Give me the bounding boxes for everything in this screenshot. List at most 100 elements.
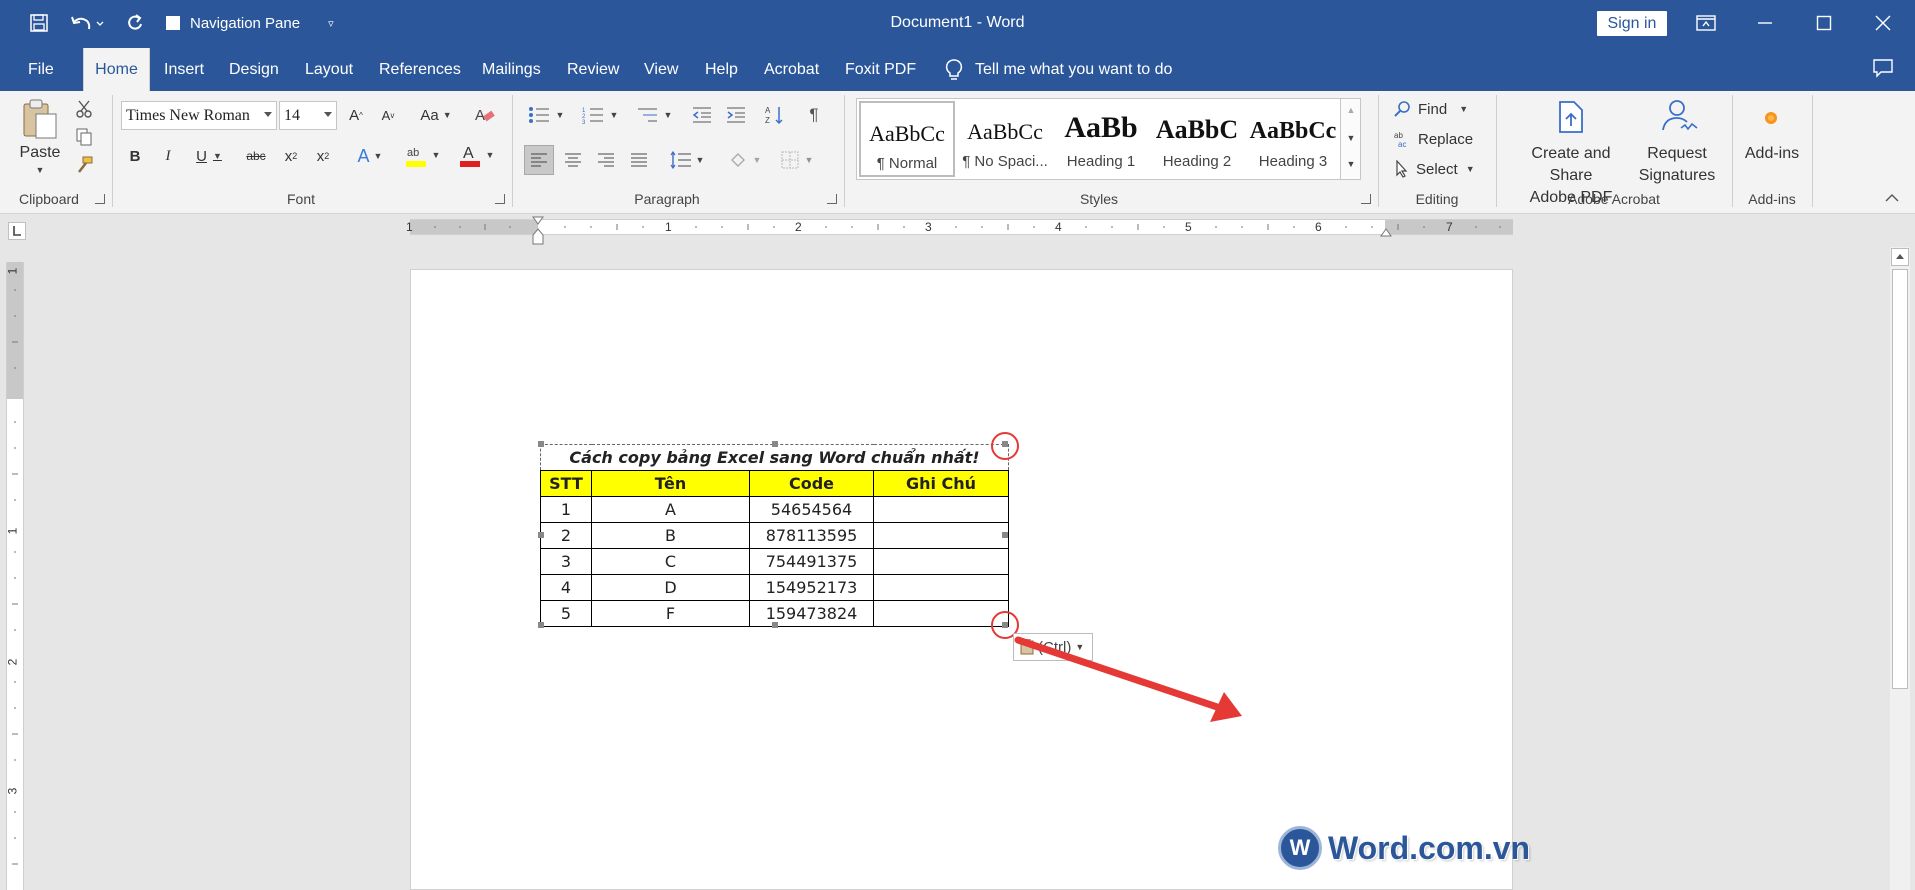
- style-normal[interactable]: AaBbCc ¶ Normal: [859, 101, 955, 177]
- paragraph-launcher-icon[interactable]: [827, 194, 837, 204]
- tell-me-search[interactable]: Tell me what you want to do: [945, 48, 1172, 91]
- show-formatting-marks-icon[interactable]: ¶: [802, 103, 826, 127]
- resize-handle[interactable]: [538, 441, 544, 447]
- text-effects-icon[interactable]: A ▼: [350, 144, 390, 168]
- add-ins-icon[interactable]: [1758, 105, 1784, 131]
- table-cell[interactable]: 2: [540, 522, 592, 549]
- tab-references[interactable]: References: [379, 48, 461, 91]
- italic-button[interactable]: I: [158, 144, 178, 168]
- table-cell[interactable]: F: [591, 600, 750, 627]
- ribbon-display-options-icon[interactable]: [1691, 8, 1721, 38]
- font-name-combo[interactable]: Times New Roman: [121, 101, 277, 130]
- scroll-up-button[interactable]: [1891, 248, 1909, 266]
- styles-launcher-icon[interactable]: [1361, 194, 1371, 204]
- clipboard-launcher-icon[interactable]: [95, 194, 105, 204]
- collapse-ribbon-icon[interactable]: [1884, 191, 1900, 205]
- table-cell[interactable]: 878113595: [749, 522, 874, 549]
- change-case-icon[interactable]: Aa ▼: [416, 103, 456, 127]
- tab-layout[interactable]: Layout: [305, 48, 353, 91]
- header-code[interactable]: Code: [749, 470, 874, 497]
- vertical-ruler[interactable]: 1 1 2 3: [5, 262, 24, 890]
- table-cell[interactable]: B: [591, 522, 750, 549]
- header-ghi-chu[interactable]: Ghi Chú: [873, 470, 1009, 497]
- styles-scroll-down-icon[interactable]: ▼: [1346, 133, 1356, 143]
- resize-handle[interactable]: [772, 622, 778, 628]
- table-cell[interactable]: 5: [540, 600, 592, 627]
- close-icon[interactable]: [1868, 8, 1898, 38]
- font-size-combo[interactable]: 14: [279, 101, 337, 130]
- increase-indent-icon[interactable]: [724, 103, 748, 127]
- align-right-icon[interactable]: [593, 147, 619, 173]
- comments-icon[interactable]: [1872, 58, 1894, 83]
- tab-view[interactable]: View: [644, 48, 678, 91]
- request-signatures-button[interactable]: Request Signatures: [1632, 143, 1722, 187]
- paste-label[interactable]: Paste: [14, 143, 66, 163]
- pasted-excel-table[interactable]: Cách copy bảng Excel sang Word chuẩn nhấ…: [540, 444, 1009, 627]
- right-indent-marker[interactable]: [1380, 228, 1392, 238]
- table-cell[interactable]: 754491375: [749, 548, 874, 575]
- strikethrough-button[interactable]: abc: [244, 144, 268, 168]
- styles-scroll-up-icon[interactable]: ▲: [1346, 105, 1356, 115]
- vertical-scrollbar[interactable]: [1890, 247, 1910, 890]
- tab-acrobat[interactable]: Acrobat: [764, 48, 819, 91]
- tab-help[interactable]: Help: [705, 48, 738, 91]
- header-ten[interactable]: Tên: [591, 470, 750, 497]
- table-cell[interactable]: [873, 574, 1009, 601]
- request-signatures-icon[interactable]: [1656, 97, 1700, 135]
- tab-insert[interactable]: Insert: [164, 48, 204, 91]
- resize-handle[interactable]: [538, 622, 544, 628]
- grow-font-icon[interactable]: A ^: [345, 103, 367, 127]
- decrease-indent-icon[interactable]: [690, 103, 714, 127]
- bullets-icon[interactable]: ▼: [524, 103, 568, 127]
- header-stt[interactable]: STT: [540, 470, 592, 497]
- justify-icon[interactable]: [626, 147, 652, 173]
- resize-handle[interactable]: [1002, 532, 1008, 538]
- cut-icon[interactable]: [74, 99, 94, 119]
- scroll-thumb[interactable]: [1892, 269, 1908, 689]
- first-line-indent-marker[interactable]: [532, 216, 544, 226]
- select-button[interactable]: Select ▼: [1394, 157, 1484, 181]
- table-cell[interactable]: 159473824: [749, 600, 874, 627]
- style-heading-3[interactable]: AaBbCc Heading 3: [1245, 101, 1341, 177]
- copy-icon[interactable]: [74, 127, 94, 147]
- clear-formatting-icon[interactable]: A: [472, 103, 498, 127]
- shading-icon[interactable]: ▼: [724, 147, 766, 173]
- resize-handle[interactable]: [538, 532, 544, 538]
- format-painter-icon[interactable]: [74, 155, 94, 175]
- maximize-icon[interactable]: [1809, 8, 1839, 38]
- paste-icon[interactable]: [18, 97, 62, 141]
- table-cell[interactable]: 154952173: [749, 574, 874, 601]
- sort-icon[interactable]: AZ: [762, 103, 786, 127]
- paste-dropdown-icon[interactable]: ▼: [34, 165, 46, 175]
- multilevel-list-icon[interactable]: ▼: [632, 103, 676, 127]
- table-cell[interactable]: C: [591, 548, 750, 575]
- find-button[interactable]: Find ▼: [1394, 97, 1484, 121]
- numbering-icon[interactable]: 1 2 3 ▼: [578, 103, 622, 127]
- align-left-icon[interactable]: [524, 145, 554, 175]
- subscript-button[interactable]: x2: [280, 144, 302, 168]
- style-heading-2[interactable]: AaBbC Heading 2: [1149, 101, 1245, 177]
- sign-in-button[interactable]: Sign in: [1597, 11, 1667, 36]
- table-title[interactable]: Cách copy bảng Excel sang Word chuẩn nhấ…: [540, 444, 1009, 471]
- table-cell[interactable]: 3: [540, 548, 592, 575]
- table-cell[interactable]: [873, 496, 1009, 523]
- styles-more-icon[interactable]: ▼: [1346, 159, 1356, 169]
- tab-file[interactable]: File: [28, 48, 54, 91]
- table-cell[interactable]: [873, 548, 1009, 575]
- hanging-indent-marker[interactable]: [532, 228, 544, 246]
- table-cell[interactable]: D: [591, 574, 750, 601]
- resize-handle[interactable]: [772, 441, 778, 447]
- tab-selector[interactable]: [8, 222, 26, 240]
- minimize-icon[interactable]: [1750, 8, 1780, 38]
- create-pdf-icon[interactable]: [1554, 99, 1588, 135]
- table-cell[interactable]: [873, 522, 1009, 549]
- align-center-icon[interactable]: [560, 147, 586, 173]
- add-ins-button[interactable]: Add-ins: [1732, 143, 1812, 165]
- bold-button[interactable]: B: [125, 144, 145, 168]
- table-cell[interactable]: A: [591, 496, 750, 523]
- tab-mailings[interactable]: Mailings: [482, 48, 541, 91]
- style-heading-1[interactable]: AaBb Heading 1: [1053, 101, 1149, 177]
- underline-button[interactable]: U ▼: [191, 144, 227, 168]
- table-cell[interactable]: 54654564: [749, 496, 874, 523]
- line-spacing-icon[interactable]: ▼: [666, 147, 708, 173]
